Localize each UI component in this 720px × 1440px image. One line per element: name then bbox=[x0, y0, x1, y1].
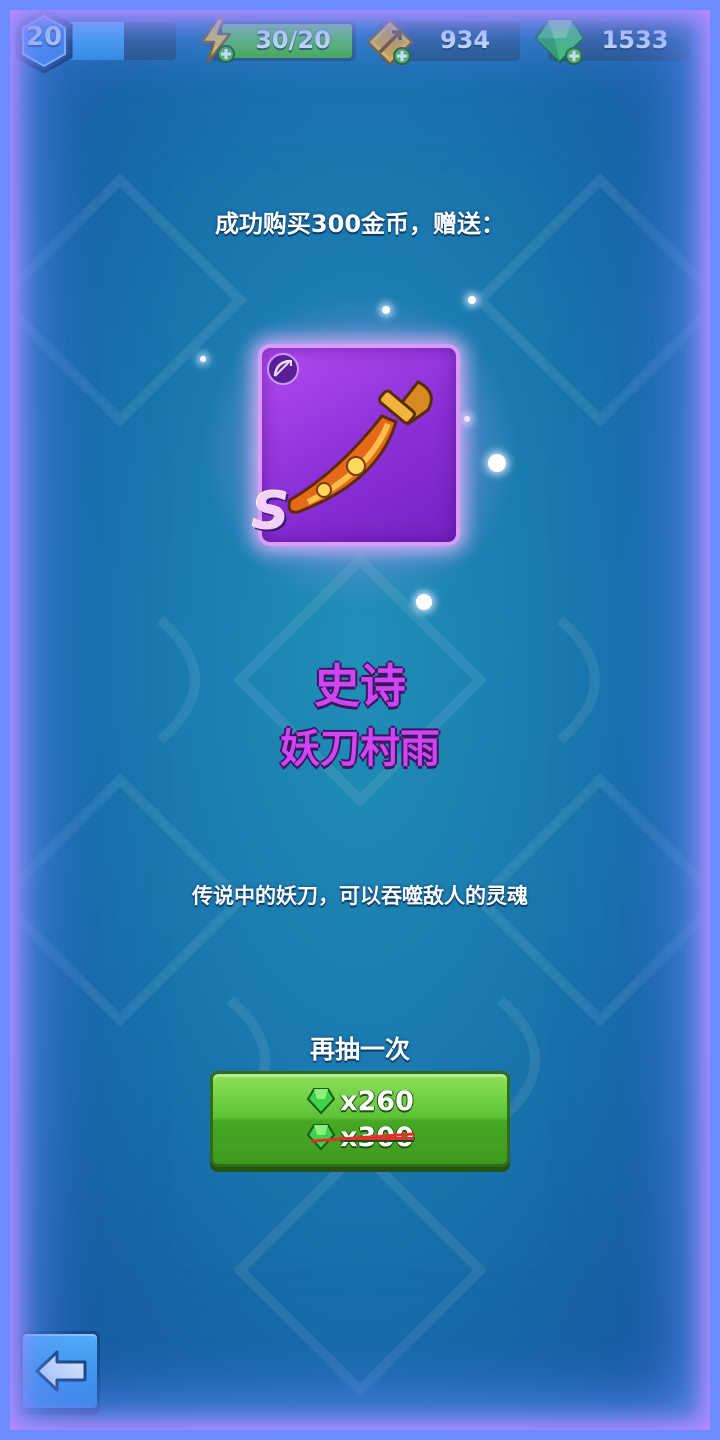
back-button[interactable] bbox=[20, 1331, 100, 1411]
price-value: x260 bbox=[340, 1085, 414, 1117]
item-rank: S bbox=[252, 482, 290, 542]
gem-icon[interactable] bbox=[534, 16, 586, 66]
item-description: 传说中的妖刀，可以吞噬敌人的灵魂 bbox=[192, 884, 528, 908]
redraw-price: x260 bbox=[213, 1084, 507, 1118]
gem-icon bbox=[306, 1124, 336, 1151]
sparkle bbox=[464, 416, 470, 422]
sparkle bbox=[416, 594, 432, 610]
player-level: 20 bbox=[25, 22, 63, 52]
redraw-button[interactable]: x260 x300 bbox=[210, 1071, 510, 1167]
arrow-left-icon bbox=[35, 1350, 87, 1392]
game-screen: 20 30/20 934 1533 成功购买300金币，赠送： S 史诗 妖刀村… bbox=[0, 0, 720, 1440]
redraw-label: 再抽一次 bbox=[309, 1035, 410, 1064]
xp-bar bbox=[60, 22, 176, 60]
item-rarity: 史诗 bbox=[314, 659, 406, 713]
gem-value: 1533 bbox=[601, 26, 669, 54]
sparkle bbox=[488, 454, 506, 472]
original-price: x300 bbox=[213, 1120, 507, 1154]
gem-icon bbox=[306, 1088, 336, 1115]
coin-value: 934 bbox=[439, 26, 491, 54]
sparkle bbox=[382, 306, 390, 314]
purchase-message: 成功购买300金币，赠送： bbox=[214, 210, 506, 238]
arrow-target-icon[interactable] bbox=[366, 18, 414, 66]
sparkle bbox=[468, 296, 476, 304]
item-name: 妖刀村雨 bbox=[280, 726, 440, 772]
sparkle bbox=[200, 356, 206, 362]
lightning-icon[interactable] bbox=[196, 16, 238, 64]
